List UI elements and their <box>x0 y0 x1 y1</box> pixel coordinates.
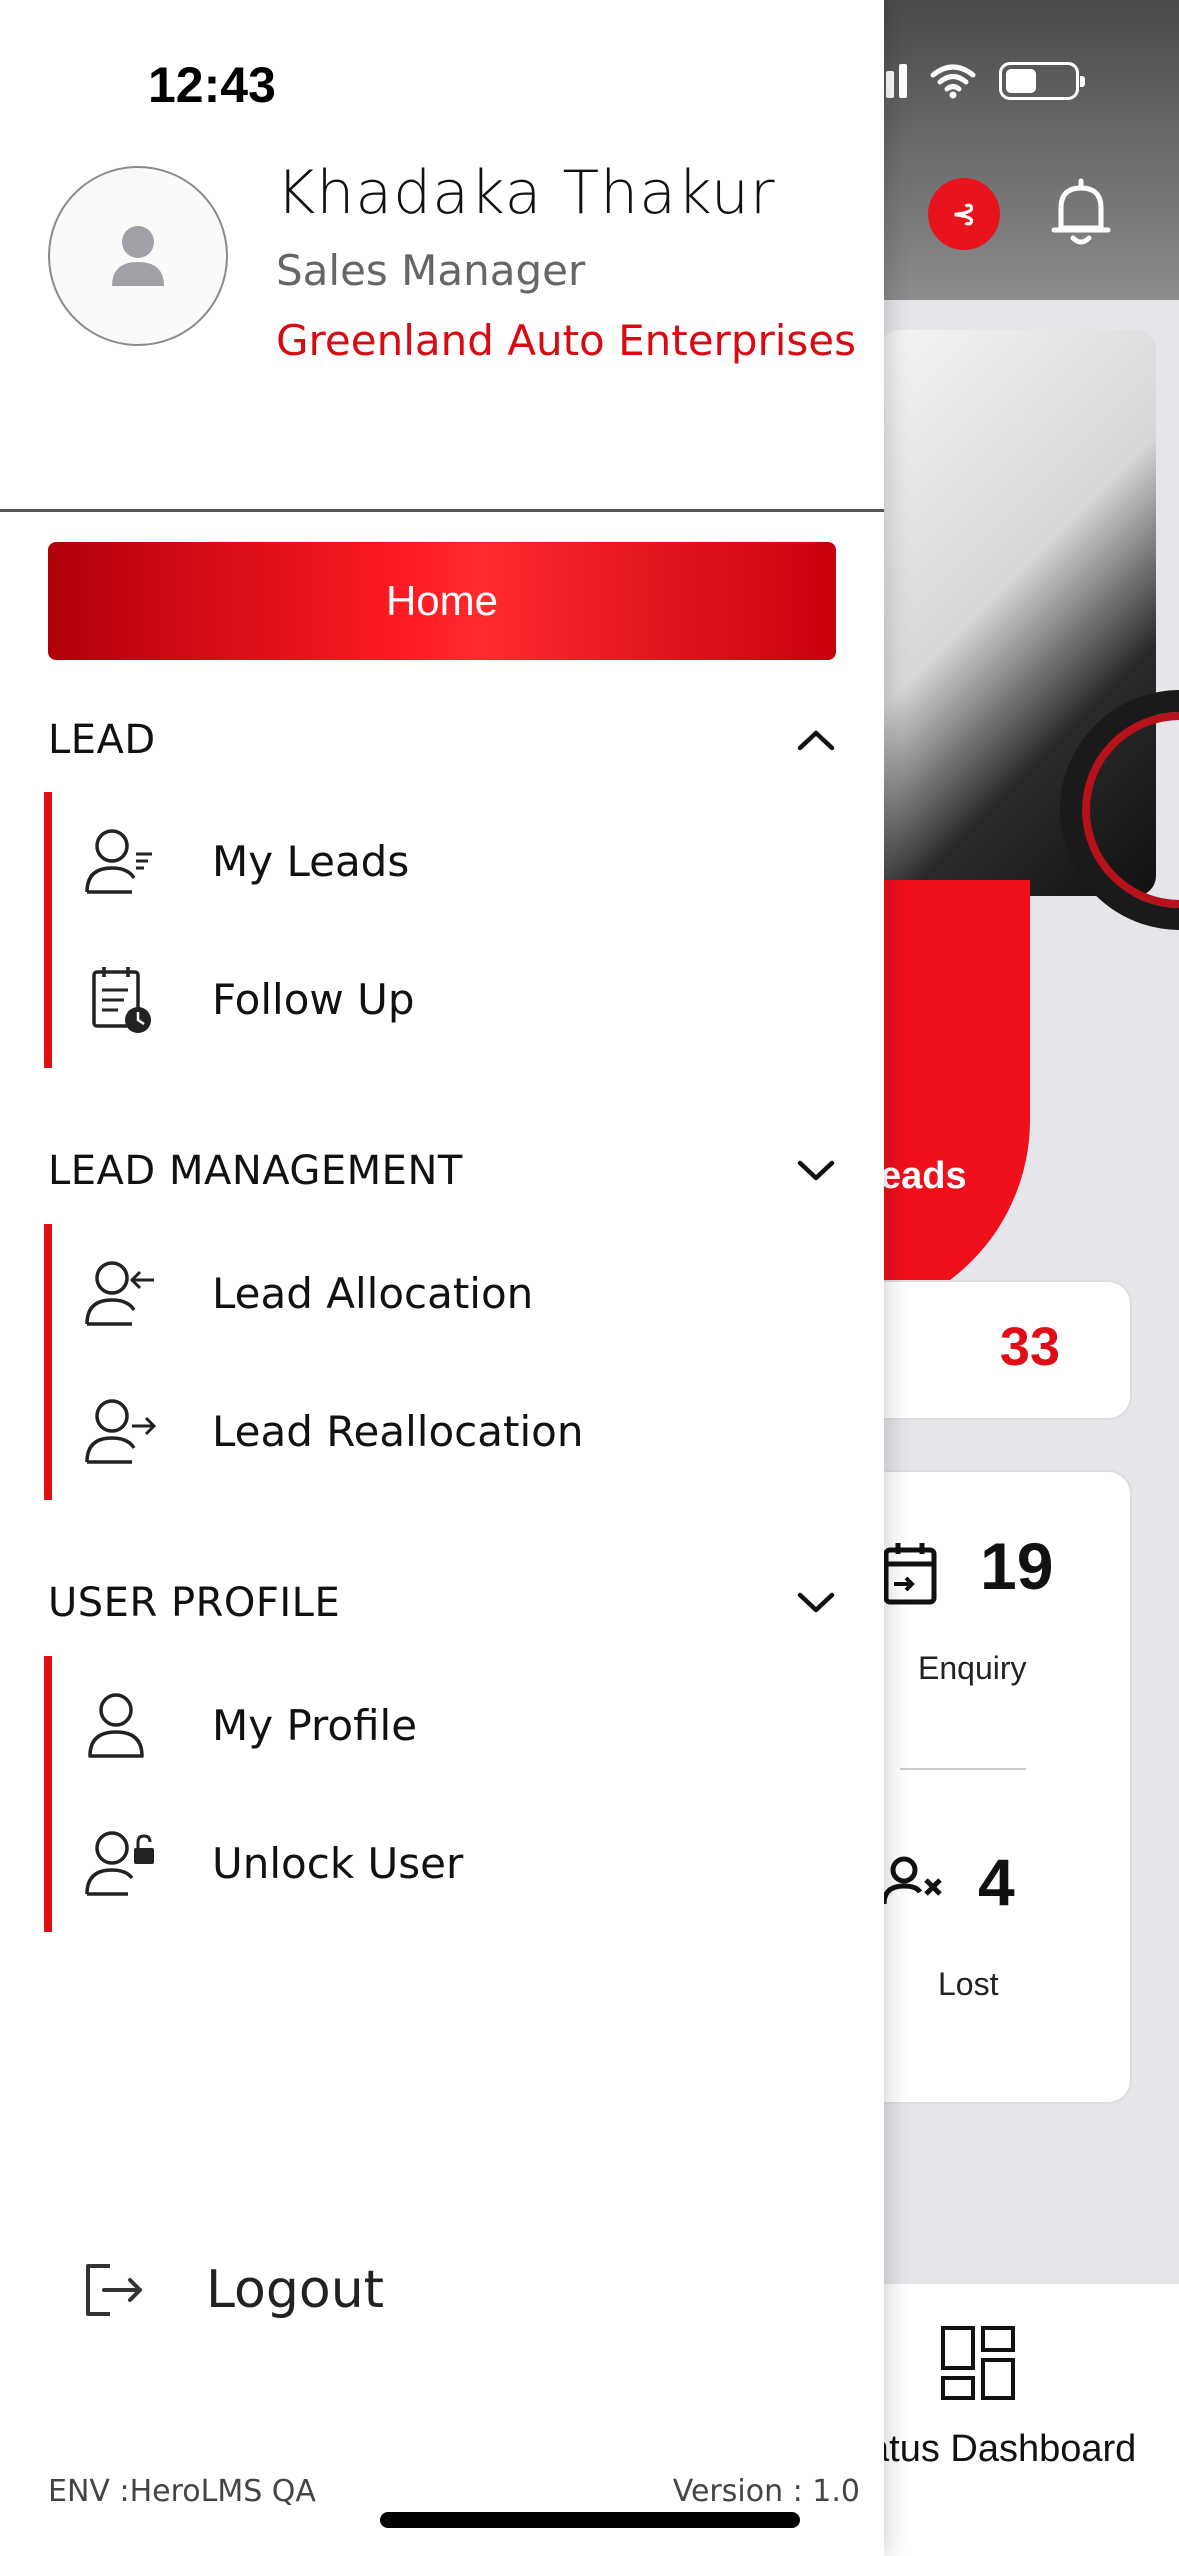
menu-item-label: My Leads <box>212 836 410 886</box>
menu-item-lead-allocation[interactable]: Lead Allocation <box>52 1224 844 1362</box>
user-name: Khadaka Thakur <box>276 158 776 228</box>
battery-icon <box>999 62 1085 100</box>
menu-item-label: Lead Allocation <box>212 1268 534 1318</box>
wifi-icon <box>930 64 976 99</box>
chevron-down-icon[interactable] <box>796 1151 836 1191</box>
section-lead-header[interactable]: LEAD <box>48 700 836 780</box>
calendar-enquiry-icon <box>883 1543 937 1605</box>
menu-item-my-leads[interactable]: My Leads <box>52 792 844 930</box>
user-profile-items-group: My Profile Unlock User <box>44 1656 844 1932</box>
avatar-placeholder-icon <box>112 226 164 286</box>
menu-item-my-profile[interactable]: My Profile <box>52 1656 844 1794</box>
user-list-icon <box>85 829 152 894</box>
lead-management-items-group: Lead Allocation Lead Reallocation <box>44 1224 844 1500</box>
stats-divider <box>900 1768 1026 1770</box>
logout-label: Logout <box>206 2260 385 2320</box>
menu-item-lead-reallocation[interactable]: Lead Reallocation <box>52 1362 844 1500</box>
section-lead-management-header[interactable]: LEAD MANAGEMENT <box>48 1131 836 1211</box>
user-lock-icon <box>85 1831 154 1896</box>
leads-count-value: 33 <box>999 1317 1060 1377</box>
calendar-clock-icon <box>92 967 151 1033</box>
menu-item-label: Unlock User <box>212 1838 464 1888</box>
logout-icon <box>86 2264 142 2316</box>
logout-button[interactable]: Logout <box>82 2250 384 2330</box>
enquiry-count: 19 <box>980 1529 1054 1603</box>
lead-items-group: My Leads Follow Up <box>44 792 844 1068</box>
dashboard-icon[interactable] <box>940 2325 1016 2401</box>
banner-text: eads <box>880 1155 967 1197</box>
brand-logo[interactable]: ⊰ <box>928 178 1000 250</box>
status-icons <box>860 62 1085 100</box>
status-dashboard-tab-label[interactable]: atus Dashboard <box>868 2428 1136 2471</box>
section-title: LEAD <box>48 717 156 763</box>
chevron-down-icon[interactable] <box>796 1583 836 1623</box>
menu-item-follow-up[interactable]: Follow Up <box>52 930 844 1068</box>
navigation-drawer: 12:43 Khadaka Thakur Sales Manager Green… <box>0 0 884 2556</box>
user-role: Sales Manager <box>276 246 586 295</box>
home-button[interactable]: Home <box>48 542 836 660</box>
leads-count-card[interactable]: 33 <box>860 1280 1132 1420</box>
avatar[interactable] <box>48 166 228 346</box>
profile-divider <box>0 509 884 512</box>
section-title: LEAD MANAGEMENT <box>48 1148 463 1194</box>
section-user-profile-header[interactable]: USER PROFILE <box>48 1563 836 1643</box>
enquiry-label: Enquiry <box>918 1650 1027 1686</box>
user-arrow-in-icon <box>85 1261 154 1326</box>
chevron-up-icon[interactable] <box>796 720 836 760</box>
menu-item-label: Follow Up <box>212 974 415 1024</box>
notification-bell-icon[interactable] <box>1046 176 1116 250</box>
lost-label: Lost <box>938 1966 999 2002</box>
lost-count: 4 <box>978 1845 1015 1919</box>
section-title: USER PROFILE <box>48 1580 341 1626</box>
user-arrow-out-icon <box>85 1399 157 1464</box>
status-time: 12:43 <box>148 57 276 113</box>
user-company: Greenland Auto Enterprises <box>276 316 857 365</box>
menu-item-label: My Profile <box>212 1700 418 1750</box>
menu-item-label: Lead Reallocation <box>212 1406 584 1456</box>
environment-label: ENV :HeroLMS QA <box>48 2474 316 2509</box>
user-lost-icon <box>881 1856 942 1905</box>
home-indicator[interactable] <box>380 2512 800 2528</box>
user-icon <box>88 1693 144 1758</box>
menu-item-unlock-user[interactable]: Unlock User <box>52 1794 844 1932</box>
version-label: Version : 1.0 <box>672 2474 860 2509</box>
